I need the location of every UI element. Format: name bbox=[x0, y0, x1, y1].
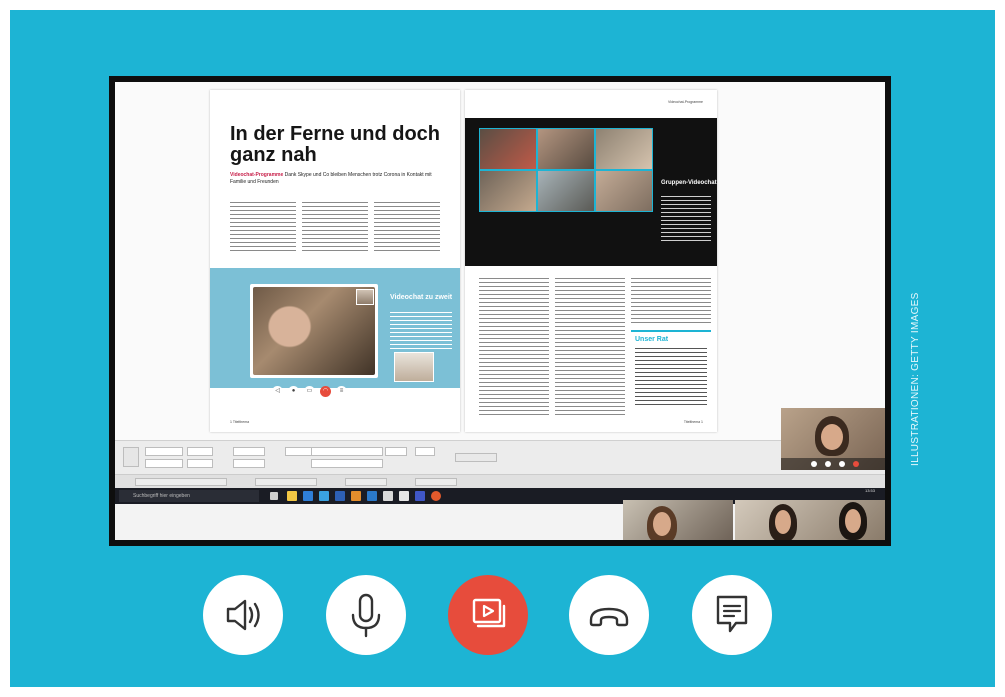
body-column bbox=[479, 278, 549, 418]
tip-box: Unser Rat bbox=[631, 330, 711, 422]
video-grid-cell bbox=[595, 128, 653, 170]
system-tray[interactable]: 13:53 bbox=[815, 488, 875, 494]
deck: Videochat-Programme Dank Skype und Co bl… bbox=[230, 172, 440, 185]
toolbar-field[interactable] bbox=[311, 459, 383, 468]
tile-mic-icon[interactable] bbox=[811, 461, 817, 467]
calculator-icon[interactable] bbox=[399, 491, 409, 501]
toolbar-field[interactable] bbox=[145, 447, 183, 456]
video-grid-cell bbox=[479, 128, 537, 170]
document-canvas[interactable]: In der Ferne und doch ganz nah Videochat… bbox=[115, 82, 885, 440]
status-field bbox=[255, 478, 317, 486]
speaker-button[interactable] bbox=[203, 575, 283, 655]
mini-speaker-icon: ◁ bbox=[272, 386, 283, 397]
task-view-icon[interactable] bbox=[270, 492, 278, 500]
tip-box-text bbox=[635, 348, 707, 408]
edge-icon[interactable] bbox=[303, 491, 313, 501]
screen: In der Ferne und doch ganz nah Videochat… bbox=[115, 82, 885, 540]
toolbar-field[interactable] bbox=[385, 447, 407, 456]
firefox-icon[interactable] bbox=[431, 491, 441, 501]
speaker-icon bbox=[226, 599, 260, 631]
sidebox-photo bbox=[394, 352, 434, 382]
mini-hangup-icon: ◠ bbox=[320, 386, 331, 397]
app-icon[interactable] bbox=[335, 491, 345, 501]
panel-text bbox=[661, 196, 711, 241]
video-grid-cell bbox=[537, 170, 595, 212]
hang-up-button[interactable] bbox=[569, 575, 649, 655]
clock: 13:53 bbox=[864, 488, 875, 493]
folio-left: 1 Titelthema bbox=[230, 420, 250, 424]
toolbar-field[interactable] bbox=[145, 459, 183, 468]
tip-box-title: Unser Rat bbox=[635, 336, 669, 343]
chat-button[interactable] bbox=[692, 575, 772, 655]
body-column bbox=[631, 278, 711, 324]
video-tile-main[interactable] bbox=[781, 408, 885, 470]
video-grid-cell bbox=[595, 170, 653, 212]
app-icon[interactable] bbox=[383, 491, 393, 501]
status-field bbox=[345, 478, 387, 486]
headline: In der Ferne und doch ganz nah bbox=[230, 123, 441, 166]
grid-icon[interactable] bbox=[123, 447, 139, 467]
app-icon[interactable] bbox=[415, 491, 425, 501]
sidebox-title: Videochat zu zweit bbox=[390, 294, 453, 301]
app-icon[interactable] bbox=[351, 491, 361, 501]
tile-hangup-icon[interactable] bbox=[853, 461, 859, 467]
image-credit: ILLUSTRATIONEN: GETTY IMAGES bbox=[910, 292, 921, 466]
pip-thumbnail bbox=[356, 289, 374, 305]
body-column bbox=[230, 202, 296, 254]
taskbar-search[interactable]: Suchbegriff hier eingeben bbox=[119, 490, 259, 502]
microphone-icon bbox=[351, 593, 381, 638]
participant-face bbox=[653, 512, 671, 536]
chat-icon bbox=[716, 595, 748, 633]
body-column bbox=[302, 202, 368, 254]
toolbar-field[interactable] bbox=[415, 447, 435, 456]
body-column bbox=[555, 278, 625, 418]
magazine-page-right: Videochat-Programme Gruppen-Videochat Un… bbox=[465, 90, 717, 432]
tile-controls bbox=[781, 458, 885, 470]
participant-face bbox=[775, 510, 791, 534]
participant-face bbox=[845, 509, 861, 533]
mini-present-icon: ▭ bbox=[304, 386, 315, 397]
mini-chat-icon: ≡ bbox=[336, 386, 347, 397]
deck-kicker: Videochat-Programme bbox=[230, 172, 284, 178]
toolbar-field[interactable] bbox=[233, 459, 265, 468]
video-tile-participant[interactable] bbox=[623, 500, 733, 540]
share-screen-button[interactable] bbox=[448, 575, 528, 655]
video-grid-cell bbox=[479, 170, 537, 212]
sidebox-text bbox=[390, 312, 452, 352]
participant-face bbox=[821, 424, 843, 450]
monitor: In der Ferne und doch ganz nah Videochat… bbox=[109, 76, 891, 546]
microphone-button[interactable] bbox=[326, 575, 406, 655]
tile-share-icon[interactable] bbox=[839, 461, 845, 467]
toolbar-field[interactable] bbox=[187, 459, 213, 468]
panel-title: Gruppen-Videochat bbox=[661, 180, 717, 186]
video-grid-cell bbox=[537, 128, 595, 170]
outlook-icon[interactable] bbox=[367, 491, 377, 501]
toolbar-field[interactable] bbox=[187, 447, 213, 456]
mini-microphone-icon: ● bbox=[288, 386, 299, 397]
file-explorer-icon[interactable] bbox=[287, 491, 297, 501]
folio-right: Titelthema 1 bbox=[683, 420, 703, 424]
toolbar-field[interactable] bbox=[311, 447, 383, 456]
body-column bbox=[374, 202, 440, 254]
group-video-panel: Gruppen-Videochat bbox=[465, 118, 717, 266]
page-tag: Videochat-Programme bbox=[668, 100, 703, 104]
app-icon[interactable] bbox=[319, 491, 329, 501]
magazine-page-left: In der Ferne und doch ganz nah Videochat… bbox=[210, 90, 460, 432]
video-call-photo bbox=[250, 284, 378, 378]
tile-camera-icon[interactable] bbox=[825, 461, 831, 467]
toolbar-field[interactable] bbox=[233, 447, 265, 456]
page-navigator[interactable] bbox=[135, 478, 227, 486]
phone-hangup-icon bbox=[589, 607, 629, 627]
toolbar-field[interactable] bbox=[455, 453, 497, 462]
status-bar bbox=[115, 474, 885, 489]
video-tile-participant[interactable] bbox=[735, 500, 885, 540]
present-screen-icon bbox=[472, 598, 506, 628]
editor-toolbar bbox=[115, 440, 885, 475]
status-field bbox=[415, 478, 457, 486]
